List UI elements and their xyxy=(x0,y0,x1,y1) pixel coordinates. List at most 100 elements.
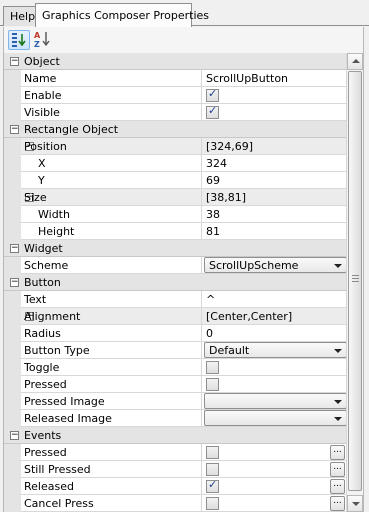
property-row-event-released[interactable]: Released ✓ ... xyxy=(4,478,346,495)
arrow-up-icon xyxy=(352,59,360,63)
alphabetical-button[interactable]: A Z xyxy=(32,30,54,50)
category-events[interactable]: − Events xyxy=(4,427,346,444)
tab-graphics-composer-properties[interactable]: Graphics Composer Properties xyxy=(35,3,209,27)
property-row-y[interactable]: Y 69 xyxy=(4,172,346,189)
property-label: Alignment xyxy=(24,310,81,323)
event-still-pressed-checkbox[interactable]: ✓ xyxy=(206,463,219,476)
property-label: Released xyxy=(24,480,74,493)
arrow-down-icon xyxy=(352,502,360,506)
property-grid: − Object Name ScrollUpButton Enable ✓ Vi… xyxy=(3,53,346,512)
scheme-dropdown[interactable]: ScrollUpScheme xyxy=(204,257,346,273)
property-label: Y xyxy=(38,174,45,187)
property-label: Position xyxy=(24,140,67,153)
categorized-icon xyxy=(12,33,26,47)
pressed-checkbox[interactable]: ✓ xyxy=(206,378,219,391)
property-label: Scheme xyxy=(24,259,69,272)
tab-bar: Help Graphics Composer Properties xyxy=(0,0,369,27)
property-label: Still Pressed xyxy=(24,463,91,476)
property-label: Released Image xyxy=(24,412,112,425)
category-label: Object xyxy=(24,55,60,68)
property-label: Cancel Press xyxy=(24,497,94,510)
toggle-checkbox[interactable]: ✓ xyxy=(206,361,219,374)
category-label: Button xyxy=(24,276,61,289)
collapse-icon[interactable]: − xyxy=(10,278,19,287)
text-value[interactable]: ^ xyxy=(206,293,215,306)
property-row-width[interactable]: Width 38 xyxy=(4,206,346,223)
property-label: Toggle xyxy=(24,361,60,374)
pressed-image-dropdown[interactable] xyxy=(204,393,346,409)
property-row-event-still-pressed[interactable]: Still Pressed ✓ ... xyxy=(4,461,346,478)
property-label: X xyxy=(38,157,46,170)
scroll-down-button[interactable] xyxy=(347,495,363,512)
category-widget[interactable]: − Widget xyxy=(4,240,346,257)
collapse-icon[interactable]: − xyxy=(10,125,19,134)
event-pressed-ellipsis-button[interactable]: ... xyxy=(330,445,345,460)
property-row-enable[interactable]: Enable ✓ xyxy=(4,87,346,104)
property-row-pressed-image[interactable]: Pressed Image xyxy=(4,393,346,410)
category-label: Events xyxy=(24,429,62,442)
height-value[interactable]: 81 xyxy=(206,225,220,238)
button-type-dropdown[interactable]: Default xyxy=(204,342,346,358)
property-label: Height xyxy=(38,225,75,238)
property-row-event-cancel-press[interactable]: Cancel Press ✓ ... xyxy=(4,495,346,512)
category-object[interactable]: − Object xyxy=(4,53,346,70)
property-row-toggle[interactable]: Toggle ✓ xyxy=(4,359,346,376)
alphabetical-az-icon: A Z xyxy=(34,31,50,49)
property-row-pressed[interactable]: Pressed ✓ xyxy=(4,376,346,393)
collapse-icon[interactable]: − xyxy=(10,57,19,66)
released-image-dropdown[interactable] xyxy=(204,410,346,426)
property-row-radius[interactable]: Radius 0 xyxy=(4,325,346,342)
property-row-scheme[interactable]: Scheme ScrollUpScheme xyxy=(4,257,346,274)
tab-help[interactable]: Help xyxy=(3,6,36,26)
vertical-scrollbar[interactable] xyxy=(346,53,363,512)
alignment-value[interactable]: [Center,Center] xyxy=(206,310,292,323)
size-value[interactable]: [38,81] xyxy=(206,191,246,204)
property-row-size[interactable]: − Size [38,81] xyxy=(4,189,346,206)
property-row-name[interactable]: Name ScrollUpButton xyxy=(4,70,346,87)
property-row-x[interactable]: X 324 xyxy=(4,155,346,172)
property-row-position[interactable]: − Position [324,69] xyxy=(4,138,346,155)
property-label: Visible xyxy=(24,106,60,119)
category-rectangle-object[interactable]: − Rectangle Object xyxy=(4,121,346,138)
enable-checkbox[interactable]: ✓ xyxy=(206,87,219,102)
category-button[interactable]: − Button xyxy=(4,274,346,291)
category-label: Rectangle Object xyxy=(24,123,119,136)
svg-text:A: A xyxy=(34,31,41,40)
event-cancel-press-checkbox[interactable]: ✓ xyxy=(206,497,219,510)
property-row-button-type[interactable]: Button Type Default xyxy=(4,342,346,359)
position-value[interactable]: [324,69] xyxy=(206,140,253,153)
property-label: Button Type xyxy=(24,344,90,357)
x-value[interactable]: 324 xyxy=(206,157,227,170)
event-still-pressed-ellipsis-button[interactable]: ... xyxy=(330,462,345,477)
categorized-button[interactable] xyxy=(8,30,30,50)
property-label: Pressed xyxy=(24,446,67,459)
name-value[interactable]: ScrollUpButton xyxy=(206,72,288,85)
scrollbar-thumb[interactable] xyxy=(348,71,362,491)
property-row-released-image[interactable]: Released Image xyxy=(4,410,346,427)
radius-value[interactable]: 0 xyxy=(206,327,213,340)
property-label: Pressed Image xyxy=(24,395,105,408)
y-value[interactable]: 69 xyxy=(206,174,220,187)
property-row-text[interactable]: Text ^ xyxy=(4,291,346,308)
property-label: Size xyxy=(24,191,47,204)
scroll-up-button[interactable] xyxy=(347,53,363,70)
property-label: Name xyxy=(24,72,57,85)
visible-checkbox[interactable]: ✓ xyxy=(206,104,219,119)
event-cancel-press-ellipsis-button[interactable]: ... xyxy=(330,496,345,511)
property-row-height[interactable]: Height 81 xyxy=(4,223,346,240)
width-value[interactable]: 38 xyxy=(206,208,220,221)
event-released-ellipsis-button[interactable]: ... xyxy=(330,479,345,494)
property-row-event-pressed[interactable]: Pressed ✓ ... xyxy=(4,444,346,461)
collapse-icon[interactable]: − xyxy=(10,244,19,253)
collapse-icon[interactable]: − xyxy=(10,431,19,440)
event-released-checkbox[interactable]: ✓ xyxy=(206,478,219,493)
category-label: Widget xyxy=(24,242,63,255)
property-row-alignment[interactable]: + Alignment [Center,Center] xyxy=(4,308,346,325)
chevron-down-icon xyxy=(334,349,342,353)
chevron-down-icon xyxy=(334,400,342,404)
property-row-visible[interactable]: Visible ✓ xyxy=(4,104,346,121)
property-label: Radius xyxy=(24,327,61,340)
event-pressed-checkbox[interactable]: ✓ xyxy=(206,446,219,459)
property-label: Enable xyxy=(24,89,62,102)
property-label: Width xyxy=(38,208,70,221)
